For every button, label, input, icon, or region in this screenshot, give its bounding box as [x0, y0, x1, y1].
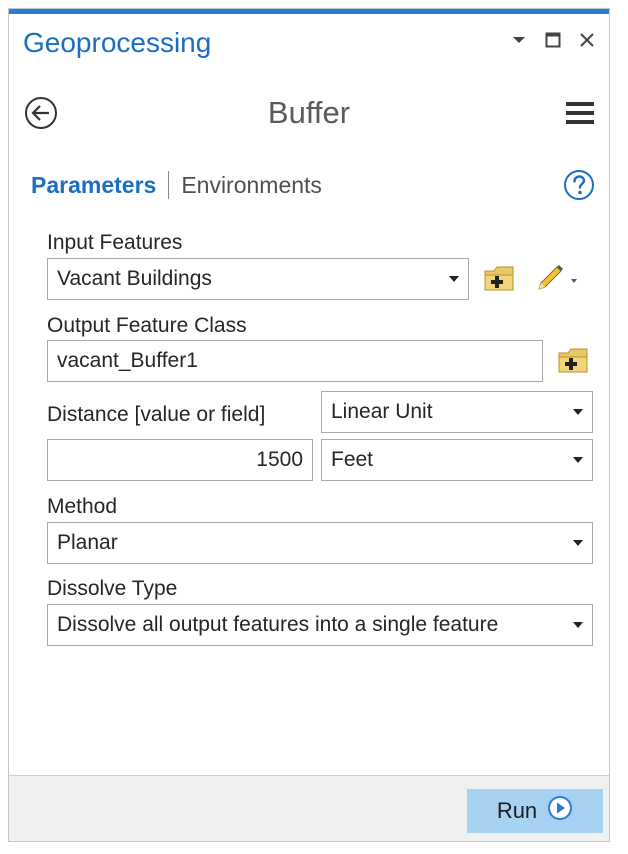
input-features-select[interactable]: Vacant Buildings [47, 258, 469, 300]
folder-add-icon[interactable] [557, 345, 589, 375]
geoprocessing-pane: Geoprocessing Buffer Parameters Environm… [8, 8, 610, 842]
pane-footer: Run [9, 776, 609, 841]
output-feature-class-value: vacant_Buffer1 [57, 349, 198, 372]
input-features-value: Vacant Buildings [57, 267, 212, 290]
pane-accent-bar [9, 9, 609, 14]
method-label: Method [47, 495, 118, 518]
input-features-label: Input Features [47, 231, 183, 254]
tool-header: Buffer [9, 89, 609, 139]
distance-label: Distance [value or field] [47, 403, 266, 426]
dropdown-caret-icon [449, 276, 459, 282]
close-icon[interactable] [577, 29, 597, 51]
distance-unit-value: Feet [331, 448, 374, 471]
pencil-icon[interactable] [533, 263, 585, 295]
dissolve-type-value: Dissolve all output features into a sing… [57, 613, 499, 636]
tool-title: Buffer [267, 95, 351, 130]
dropdown-caret-icon [573, 409, 583, 415]
distance-type-value: Linear Unit [331, 400, 433, 423]
chevron-down-icon[interactable] [509, 29, 529, 51]
dissolve-type-label: Dissolve Type [47, 577, 178, 600]
tab-divider [168, 171, 170, 199]
tab-strip: Parameters Environments [31, 171, 322, 199]
help-icon[interactable] [563, 169, 595, 201]
run-button[interactable]: Run [467, 789, 603, 833]
dropdown-caret-icon [573, 457, 583, 463]
folder-add-icon[interactable] [483, 263, 515, 293]
dissolve-type-select[interactable]: Dissolve all output features into a sing… [47, 604, 593, 646]
distance-value-input[interactable]: 1500 [47, 439, 313, 481]
play-icon [547, 795, 573, 827]
run-button-label: Run [496, 798, 538, 823]
distance-type-select[interactable]: Linear Unit [321, 391, 593, 433]
distance-value: 1500 [256, 448, 303, 471]
dropdown-caret-icon [573, 622, 583, 628]
pane-title: Geoprocessing [23, 27, 212, 58]
method-value: Planar [57, 531, 118, 554]
method-select[interactable]: Planar [47, 522, 593, 564]
hamburger-menu-icon[interactable] [565, 99, 595, 127]
window-controls [509, 29, 597, 51]
output-feature-class-input[interactable]: vacant_Buffer1 [47, 340, 543, 382]
distance-unit-select[interactable]: Feet [321, 439, 593, 481]
dropdown-caret-icon [573, 540, 583, 546]
tab-parameters[interactable]: Parameters [31, 172, 156, 199]
output-feature-class-label: Output Feature Class [47, 314, 247, 337]
tab-environments[interactable]: Environments [181, 172, 322, 199]
maximize-icon[interactable] [543, 29, 563, 51]
